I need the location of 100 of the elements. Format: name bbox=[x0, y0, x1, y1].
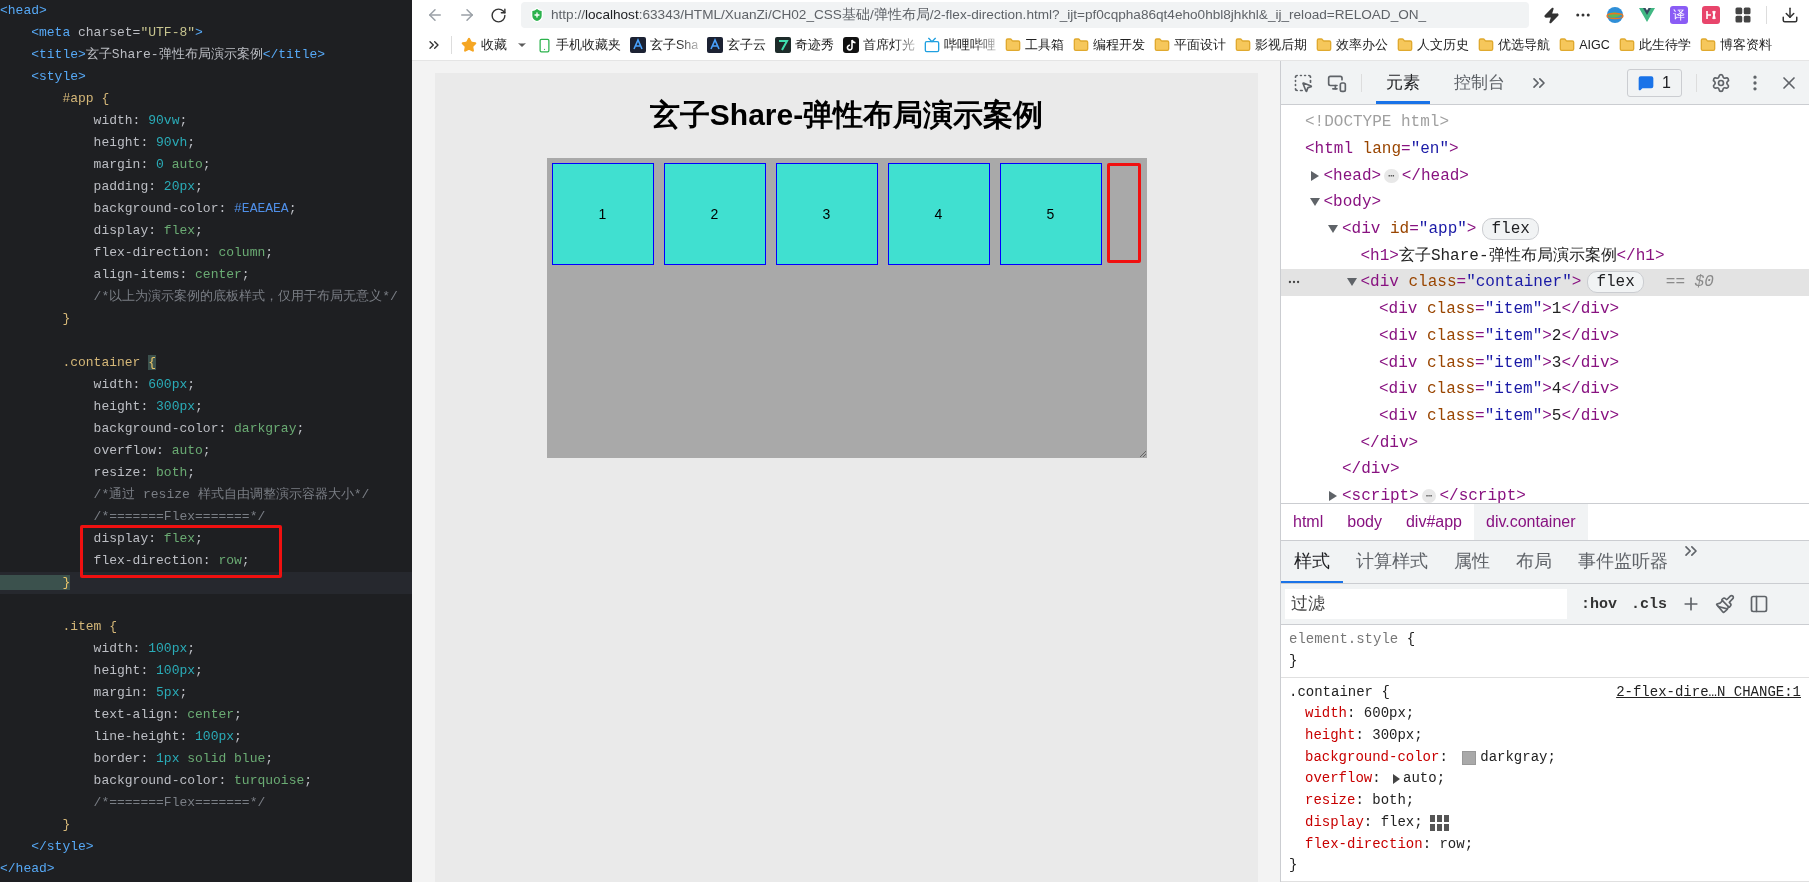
back-button[interactable] bbox=[426, 6, 444, 24]
bookmark[interactable]: AIGC bbox=[1559, 37, 1610, 53]
forward-button[interactable] bbox=[458, 6, 476, 24]
css-value: 300px; bbox=[1372, 726, 1423, 746]
flex-badge[interactable]: flex bbox=[1587, 271, 1644, 294]
extension-icon[interactable] bbox=[1702, 6, 1720, 24]
dom-node[interactable]: <h1>玄子Share-弹性布局演示案例</h1> bbox=[1281, 242, 1809, 270]
dom-node[interactable]: <div class="item">4</div> bbox=[1281, 375, 1809, 403]
dom-node[interactable]: <head> ⋯ </head> bbox=[1281, 162, 1809, 190]
bookmark[interactable]: 工具箱 bbox=[1005, 36, 1065, 54]
bookmark[interactable]: 优选导航 bbox=[1478, 36, 1551, 54]
bookmark[interactable]: 博客资料 bbox=[1699, 36, 1772, 54]
bookmark[interactable]: 平面设计 bbox=[1154, 36, 1227, 54]
tab[interactable]: 计算样式 bbox=[1343, 541, 1441, 584]
code-line: <meta charset="UTF-8"> bbox=[30, 24, 204, 42]
folder-icon bbox=[1559, 37, 1576, 53]
expand-toggle-icon[interactable] bbox=[1309, 197, 1320, 208]
dom-node[interactable]: <div class="item">3</div> bbox=[1281, 349, 1809, 376]
breadcrumb[interactable]: body bbox=[1335, 504, 1394, 541]
tab[interactable]: 元素 bbox=[1376, 61, 1430, 104]
address-bar[interactable]: http://localhost:63343/HTML/XuanZi/CH02_CSS基础/弹性布局/2-flex-direction.html?_ijt=pf0cqpha86qt4eho0hbl8jhkhl&_ij_reload=RELOAD_ON_ bbox=[521, 2, 1529, 28]
reload-button[interactable] bbox=[490, 6, 507, 24]
flexbox-editor-icon[interactable] bbox=[1428, 813, 1451, 832]
dom-node-text: </script> bbox=[1439, 486, 1526, 504]
code-line: } bbox=[61, 310, 72, 328]
paint-brush-icon[interactable] bbox=[1715, 594, 1736, 615]
css-property: flex-direction: bbox=[1305, 834, 1433, 854]
dom-node[interactable]: <body> bbox=[1281, 189, 1809, 216]
bookmark[interactable]: 收藏 bbox=[461, 36, 507, 54]
bookmark[interactable]: 此生待学 bbox=[1618, 36, 1691, 54]
flex-item: 2 bbox=[663, 163, 766, 265]
expand-toggle-icon[interactable] bbox=[1328, 224, 1338, 235]
breadcrumb[interactable]: div.container bbox=[1474, 504, 1588, 541]
dom-node[interactable]: </div> bbox=[1281, 455, 1809, 483]
bookmark[interactable]: 玄子Sha bbox=[630, 36, 699, 54]
globe-icon[interactable] bbox=[1606, 6, 1624, 24]
music-note-icon bbox=[843, 37, 860, 53]
flex-badge[interactable]: flex bbox=[1482, 218, 1539, 241]
source-link[interactable]: 2-flex-dire…N_CHANGE:1 bbox=[1616, 681, 1801, 704]
css-property: display: bbox=[1305, 812, 1374, 832]
v-logo-icon[interactable] bbox=[1638, 6, 1656, 24]
bookmark[interactable]: 玄子云 bbox=[707, 36, 767, 54]
settings-icon[interactable] bbox=[1711, 72, 1731, 93]
expand-toggle-icon[interactable] bbox=[1346, 277, 1357, 288]
dom-node[interactable]: <div class="item">5</div> bbox=[1281, 402, 1809, 430]
dom-node-text: </div> bbox=[1342, 460, 1400, 479]
code-line: #app { bbox=[61, 90, 111, 108]
code-line: .container { bbox=[61, 354, 158, 372]
code-line: background-color: #EAEAEA; bbox=[92, 200, 298, 218]
bookmark[interactable]: 人文历史 bbox=[1397, 36, 1470, 54]
bookmark[interactable]: 手机收藏夹 bbox=[537, 36, 621, 54]
dom-node-text: <head> bbox=[1323, 166, 1382, 185]
expand-toggle-icon[interactable] bbox=[1309, 170, 1320, 181]
dom-node[interactable]: <div class="item">1</div> bbox=[1281, 295, 1809, 323]
dom-node[interactable]: <div class="item">2</div> bbox=[1281, 322, 1809, 350]
bookmark[interactable]: 编程开发 bbox=[1073, 36, 1146, 54]
bookmark[interactable]: 首席灯光 bbox=[843, 36, 916, 54]
filter-field[interactable]: 过滤 bbox=[1285, 589, 1567, 620]
breadcrumb[interactable]: div#app bbox=[1393, 504, 1474, 541]
apps-icon[interactable] bbox=[1734, 6, 1752, 24]
breadcrumb[interactable]: html bbox=[1281, 504, 1336, 541]
dom-node[interactable]: <html lang="en"> bbox=[1281, 135, 1809, 163]
issues-button[interactable]: 1 bbox=[1627, 68, 1682, 97]
toolbar-toggle[interactable]: :hov bbox=[1581, 595, 1617, 613]
dom-node[interactable]: </div> bbox=[1281, 429, 1809, 456]
css-property: resize: bbox=[1305, 791, 1365, 811]
css-property: overflow: bbox=[1305, 769, 1382, 789]
download-icon[interactable] bbox=[1781, 6, 1799, 24]
lightning-icon[interactable] bbox=[1543, 6, 1560, 24]
tab[interactable]: 属性 bbox=[1441, 541, 1503, 584]
tab[interactable]: 布局 bbox=[1503, 541, 1565, 584]
expand-toggle-icon[interactable] bbox=[1328, 490, 1338, 501]
color-swatch[interactable] bbox=[1462, 750, 1477, 765]
toolbar-toggle[interactable]: .cls bbox=[1631, 595, 1668, 613]
dom-node-text: <div class="item">2</div> bbox=[1379, 326, 1620, 345]
code-line: .item { bbox=[61, 618, 119, 636]
tab[interactable]: 事件监听器 bbox=[1565, 541, 1681, 584]
resize-grip-icon[interactable] bbox=[1138, 450, 1147, 458]
bookmark[interactable]: 效率办公 bbox=[1316, 36, 1389, 54]
inspect-icon[interactable] bbox=[1293, 72, 1313, 93]
bookmark[interactable]: 奇迹秀 bbox=[775, 36, 835, 54]
folder-icon bbox=[1397, 37, 1414, 53]
tab[interactable]: 控制台 bbox=[1444, 61, 1515, 104]
code-line: /*以上为演示案例的底板样式，仅用于布局无意义*/ bbox=[92, 288, 399, 306]
dom-node[interactable]: <div class="container"> flex == $0 bbox=[1281, 269, 1809, 296]
code-line: /*=======Flex=======*/ bbox=[92, 794, 267, 812]
css-value: row; bbox=[1439, 834, 1474, 854]
translate-extension[interactable]: 译 bbox=[1670, 6, 1688, 24]
code-line: line-height: 100px; bbox=[92, 728, 243, 746]
bookmark[interactable]: 影视后期 bbox=[1235, 36, 1308, 54]
dom-node-text: </head> bbox=[1401, 166, 1469, 185]
css-value: darkgray; bbox=[1480, 747, 1556, 767]
code-line: display: flex; bbox=[92, 530, 204, 548]
ellipsis-badge[interactable]: ⋯ bbox=[1384, 168, 1399, 183]
dom-node[interactable]: <script> ⋯ </script> bbox=[1281, 482, 1809, 504]
ellipsis-badge[interactable]: ⋯ bbox=[1421, 488, 1437, 503]
sidebar-icon[interactable] bbox=[1749, 594, 1770, 615]
dom-node[interactable]: <div id="app"> flex bbox=[1281, 215, 1809, 243]
css-value: both; bbox=[1372, 791, 1415, 811]
bookmark[interactable]: 哔哩哔哩 bbox=[924, 36, 997, 54]
